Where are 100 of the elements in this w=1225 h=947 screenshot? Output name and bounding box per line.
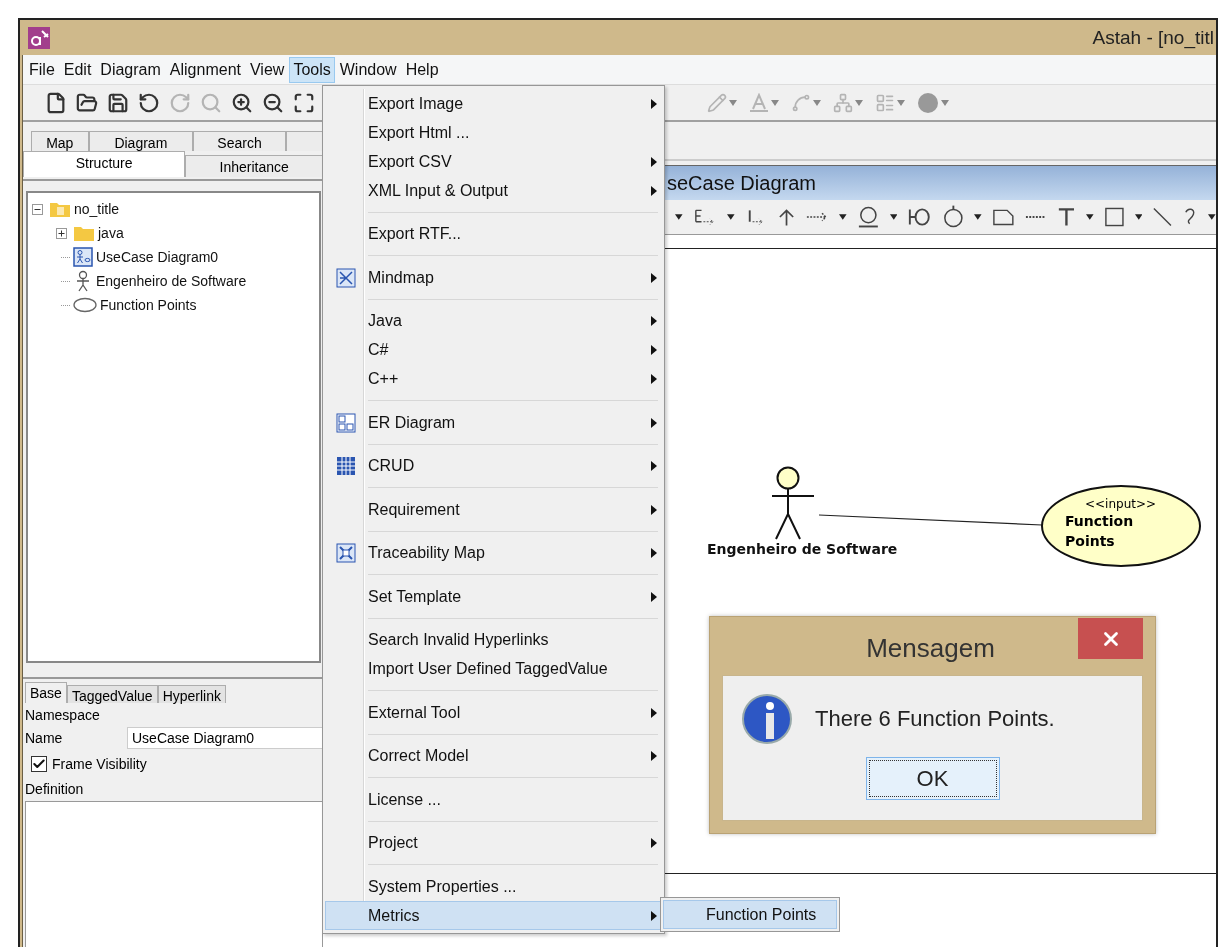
traceability-map-icon [336, 543, 356, 563]
mindmap-icon [336, 267, 356, 288]
menu-item[interactable]: Set Template [325, 582, 662, 611]
menu-item[interactable]: Java [325, 306, 662, 336]
menu-item[interactable]: Export Image [325, 89, 662, 118]
menu-item[interactable]: Project [325, 828, 662, 858]
stereotype-text: <<input>> [1085, 497, 1157, 511]
menu-item[interactable]: Export Html ... [325, 118, 662, 147]
explorer-tab[interactable]: Map [31, 131, 89, 151]
tree-item[interactable]: no_title [74, 201, 120, 217]
submenu-arrow-icon [651, 345, 657, 355]
caret-icon[interactable] [974, 214, 982, 220]
property-tab[interactable]: Hyperlink [157, 685, 226, 703]
caret-icon[interactable] [675, 214, 683, 220]
caret-icon[interactable] [1086, 214, 1094, 220]
menu-item[interactable]: C++ [325, 364, 662, 394]
property-tab[interactable]: TaggedValue [66, 685, 158, 703]
menu-item[interactable]: ER Diagram [325, 408, 662, 437]
zoom-in-icon[interactable] [231, 91, 253, 114]
checkbox-label: Frame Visibility [52, 756, 147, 772]
tree-item[interactable]: Function Points [100, 297, 197, 313]
property-tab[interactable]: Base [25, 682, 67, 703]
caret-icon[interactable] [1208, 214, 1216, 220]
new-file-icon[interactable] [45, 91, 67, 114]
menu-item[interactable]: Alignment [165, 56, 245, 83]
tree-item[interactable]: UseCase Diagram0 [96, 249, 219, 265]
tree-item[interactable]: Engenheiro de Software [96, 273, 247, 289]
menu-item[interactable]: Function Points [663, 900, 837, 929]
line-tool-icon[interactable] [1152, 206, 1174, 228]
ok-button[interactable]: OK [865, 757, 1000, 800]
submenu-arrow-icon [651, 316, 657, 326]
menu-item[interactable]: License ... [325, 785, 662, 814]
definition-field[interactable] [25, 801, 323, 947]
submenu-arrow-icon [651, 548, 657, 558]
menu-item[interactable]: Mindmap [325, 263, 662, 292]
explorer-tab[interactable]: Search [193, 131, 286, 151]
tree-item[interactable]: java [98, 225, 124, 241]
caret-icon[interactable] [727, 214, 735, 220]
menu-item[interactable]: Edit [59, 56, 96, 83]
realization-icon[interactable] [907, 206, 932, 228]
submenu-arrow-icon [651, 461, 657, 471]
menu-item[interactable]: Export CSV [325, 147, 662, 176]
generalization-icon[interactable] [777, 207, 795, 227]
menu-item[interactable]: Diagram [96, 56, 165, 83]
menu-item[interactable]: Correct Model [325, 741, 662, 771]
grid-icon [336, 456, 356, 476]
menu-item[interactable]: System Properties ... [325, 872, 662, 901]
menu-item[interactable]: Search Invalid Hyperlinks [325, 625, 662, 655]
name-field[interactable]: UseCase Diagram0 [127, 726, 323, 749]
save-icon[interactable] [107, 91, 129, 114]
undo-icon[interactable] [138, 91, 160, 114]
collapse-icon[interactable] [32, 203, 43, 215]
menu-item[interactable]: File [25, 56, 59, 83]
menu-item[interactable]: Metrics [325, 901, 662, 930]
menu-item[interactable]: XML Input & Output [325, 176, 662, 205]
use-case-ellipse[interactable]: <<input>> Function Points [1041, 485, 1201, 567]
frame-visibility-checkbox[interactable] [31, 756, 47, 772]
menu-item[interactable]: Tools [289, 56, 335, 83]
explorer-tab[interactable]: Inheritance [185, 155, 323, 177]
menu-item[interactable]: Requirement [325, 495, 662, 524]
explorer-tab[interactable]: Diagram [88, 131, 194, 151]
menu-item[interactable]: C# [325, 335, 662, 365]
menu-item[interactable]: Traceability Map [325, 538, 662, 568]
menu-item[interactable]: Import User Defined TaggedValue [325, 654, 662, 684]
zoom-out-icon[interactable] [262, 91, 284, 114]
project-folder-icon [49, 200, 71, 218]
note-icon[interactable] [992, 207, 1015, 227]
menu-item[interactable]: Help [401, 56, 443, 83]
window-title: Astah - [no_titl [1092, 26, 1214, 49]
menu-item[interactable]: External Tool [325, 698, 662, 727]
submenu-arrow-icon [651, 272, 657, 283]
interface-icon[interactable] [856, 205, 880, 229]
menu-item[interactable]: View [246, 56, 289, 83]
caret-icon[interactable] [889, 214, 898, 220]
explorer-tab[interactable]: Structure [23, 151, 186, 177]
menu-item[interactable]: CRUD [325, 451, 662, 481]
close-button[interactable] [1078, 618, 1143, 659]
caret-icon[interactable] [839, 214, 847, 220]
submenu-arrow-icon [651, 185, 657, 196]
submenu-arrow-icon [651, 374, 657, 384]
expand-icon[interactable] [56, 227, 67, 239]
diagram-title: seCase Diagram [667, 171, 816, 195]
open-folder-icon[interactable] [76, 91, 98, 114]
rectangle-icon[interactable] [1104, 206, 1125, 228]
ellipse-icon [73, 297, 97, 313]
actor-figure[interactable] [770, 466, 816, 542]
caret-icon[interactable] [1134, 214, 1143, 220]
fit-to-window-icon[interactable] [293, 91, 315, 114]
app-logo-icon [28, 26, 50, 49]
use-case-name: Function Points [1065, 512, 1135, 551]
submenu-arrow-icon [651, 156, 657, 167]
submenu-arrow-icon [651, 591, 657, 602]
namespace-label: Namespace [25, 706, 100, 723]
menu-item[interactable]: Window [335, 56, 401, 83]
menu-item[interactable]: Export RTF... [325, 219, 662, 249]
submenu-arrow-icon [651, 417, 657, 428]
info-icon [741, 693, 793, 745]
association-line[interactable] [819, 514, 1043, 526]
submenu-arrow-icon [651, 751, 657, 761]
folder-icon [73, 224, 95, 242]
